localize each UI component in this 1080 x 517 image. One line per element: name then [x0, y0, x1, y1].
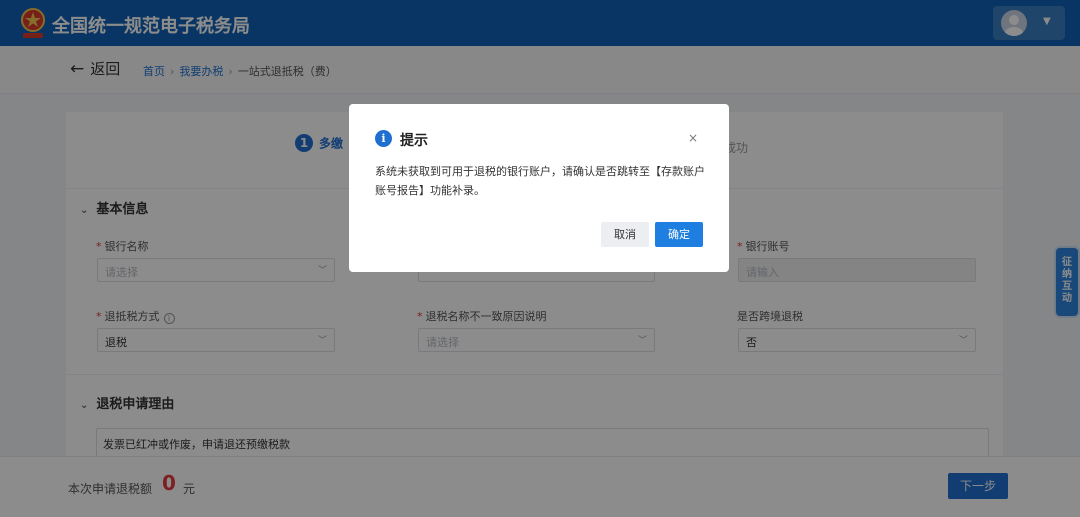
close-icon[interactable]: ×: [688, 131, 698, 145]
prompt-dialog: i 提示 × 系统未获取到可用于退税的银行账户，请确认是否跳转至【存款账户账号报…: [349, 104, 729, 272]
dialog-title: 提示: [400, 133, 428, 149]
dialog-message: 系统未获取到可用于退税的银行账户，请确认是否跳转至【存款账户账号报告】功能补录。: [375, 165, 705, 197]
cancel-button[interactable]: 取消: [601, 222, 649, 247]
info-icon: i: [375, 130, 392, 147]
confirm-button[interactable]: 确定: [655, 222, 703, 247]
